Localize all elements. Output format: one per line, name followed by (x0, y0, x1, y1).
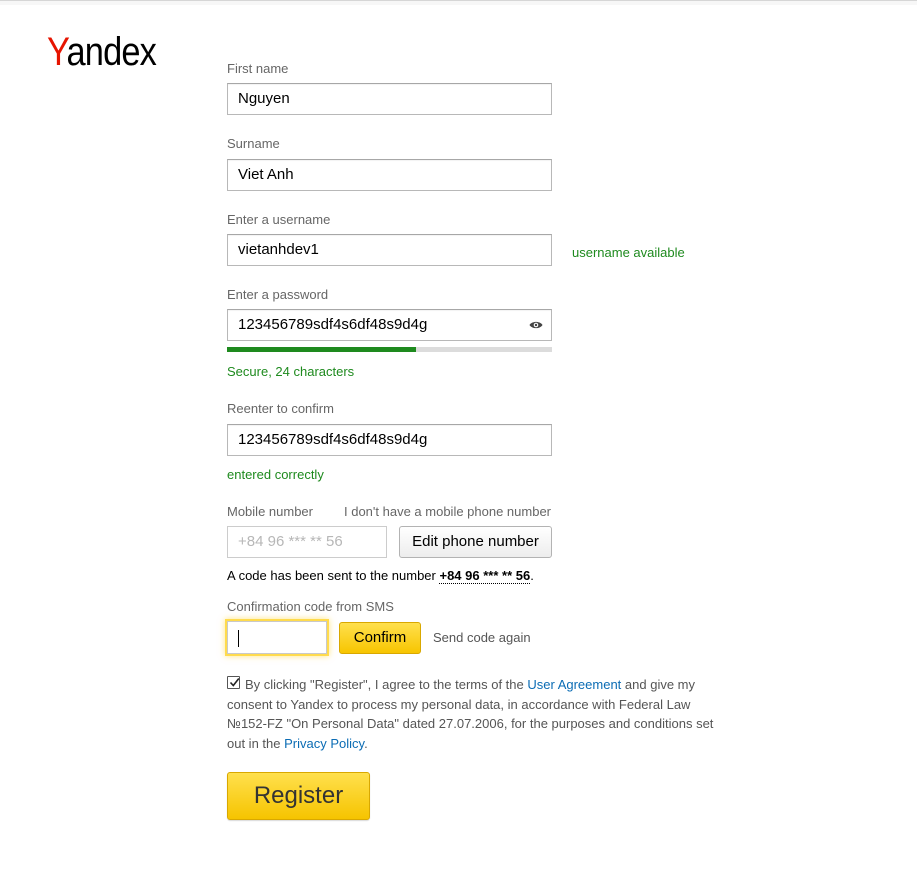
check-icon (229, 678, 240, 687)
text-caret (238, 630, 239, 647)
username-label: Enter a username (227, 212, 331, 227)
register-button[interactable]: Register (227, 772, 370, 820)
surname-label: Surname (227, 136, 280, 151)
password-field[interactable]: 123456789sdf4s6df48s9d4g (227, 309, 552, 341)
password-strength-fill (227, 347, 416, 352)
surname-field[interactable]: Viet Anh (227, 159, 552, 191)
password-strength-status: Secure, 24 characters (227, 364, 355, 379)
confirm-label: Reenter to confirm (227, 401, 334, 416)
confirm-password-field[interactable]: 123456789sdf4s6df48s9d4g (227, 424, 552, 456)
yandex-logo[interactable]: Yandex (47, 30, 157, 74)
username-field[interactable]: vietanhdev1 (227, 234, 552, 266)
edit-phone-button[interactable]: Edit phone number (399, 526, 552, 558)
eye-icon[interactable] (529, 320, 543, 330)
first-name-label: First name (227, 61, 289, 76)
agreement-checkbox[interactable] (227, 676, 240, 689)
password-value: 123456789sdf4s6df48s9d4g (238, 316, 428, 333)
agreement-text: By clicking "Register", I agree to the t… (227, 677, 714, 751)
privacy-policy-link[interactable]: Privacy Policy (284, 736, 364, 751)
send-code-again-link[interactable]: Send code again (433, 630, 531, 646)
code-sent-message: A code has been sent to the number +84 9… (227, 568, 534, 584)
code-sent-number: +84 96 *** ** 56 (439, 568, 531, 584)
window-top-border (0, 0, 917, 5)
sms-code-input[interactable] (227, 621, 327, 654)
password-strength-bar (227, 347, 552, 352)
username-status: username available (572, 245, 685, 260)
password-label: Enter a password (227, 287, 329, 302)
mobile-label: Mobile number (227, 504, 313, 519)
sms-code-label: Confirmation code from SMS (227, 599, 394, 614)
user-agreement-link[interactable]: User Agreement (527, 677, 621, 692)
confirm-button[interactable]: Confirm (339, 622, 421, 654)
phone-input[interactable]: +84 96 *** ** 56 (227, 526, 387, 558)
no-phone-link[interactable]: I don't have a mobile phone number (344, 504, 551, 520)
first-name-field[interactable]: Nguyen (227, 83, 552, 115)
confirm-status: entered correctly (227, 467, 324, 482)
